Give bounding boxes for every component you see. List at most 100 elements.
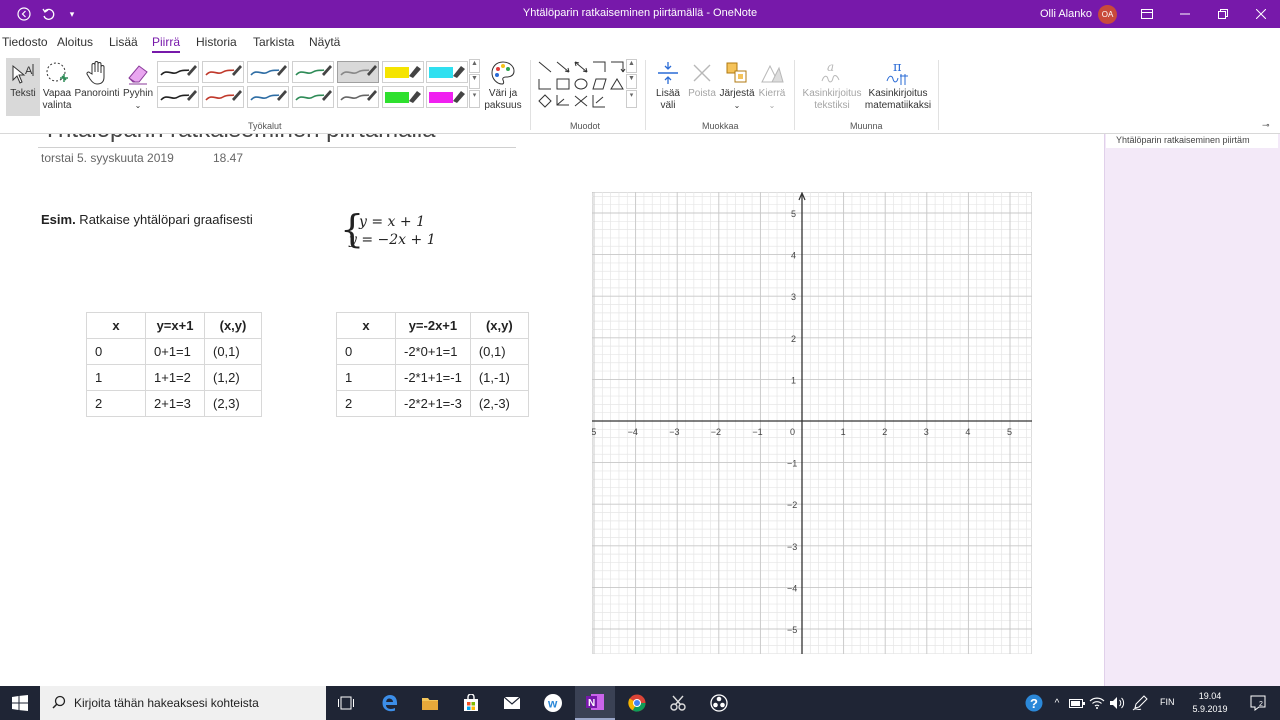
table-header-cell: (x,y) [469, 312, 529, 339]
quick-access-menu-icon[interactable]: ▾ [58, 0, 86, 28]
wifi-icon[interactable] [1086, 686, 1108, 720]
page-title[interactable]: Yhtälöparin ratkaiseminen piirtämällä [42, 134, 436, 144]
delete-button[interactable]: Poista [686, 58, 718, 100]
type-text-button[interactable]: A Teksti [6, 58, 40, 116]
battery-icon[interactable] [1066, 686, 1088, 720]
shapes-expand-icon[interactable]: ▾ [626, 90, 637, 108]
pen-workspace-icon[interactable] [1128, 686, 1152, 720]
ribbon: A Teksti Vapaa valinta Panorointi Pyyhin… [0, 56, 1280, 134]
edge-browser-icon[interactable] [370, 686, 410, 720]
close-icon[interactable] [1242, 0, 1280, 28]
table-cell: (0,1) [204, 338, 262, 365]
rotate-dropdown-icon[interactable]: ⌄ [769, 100, 776, 112]
y-tick-label: 3 [791, 292, 796, 302]
arrange-dropdown-icon[interactable]: ⌄ [734, 100, 741, 112]
table-header-cell: (x,y) [204, 312, 262, 339]
page-list-item[interactable]: Yhtälöparin ratkaiseminen piirtäm [1106, 134, 1278, 148]
pen-swatch[interactable] [382, 86, 424, 108]
table-header-cell: x [336, 312, 396, 339]
pen-swatch[interactable] [337, 86, 379, 108]
y-tick-label: −1 [787, 459, 797, 469]
onenote-taskbar-icon[interactable]: N [575, 686, 615, 720]
clock[interactable]: 19.04 5.9.2019 [1192, 690, 1228, 716]
pen-swatch[interactable] [202, 61, 244, 83]
wunderlist-icon[interactable]: w [533, 686, 573, 720]
mail-icon[interactable] [492, 686, 532, 720]
lasso-select-button[interactable]: Vapaa valinta [41, 58, 73, 112]
keyboard-language[interactable]: FIN [1160, 697, 1175, 707]
volume-icon[interactable] [1106, 686, 1128, 720]
chrome-icon[interactable] [617, 686, 657, 720]
value-table-1[interactable]: x y=x+1 (x,y) 0 0+1=1 (0,1) 1 1+1=2 (1,2) 22… [86, 312, 262, 417]
ink-to-text-button[interactable]: a Kasinkirjoitus tekstiksi [800, 58, 864, 112]
tab-view[interactable]: Näytä [309, 35, 340, 49]
example-text[interactable]: Esim. Ratkaise yhtälöpari graafisesti [41, 212, 253, 227]
show-hidden-icons-icon[interactable]: ^ [1046, 686, 1068, 720]
x-tick-label: 2 [882, 427, 887, 437]
ink-to-math-button[interactable]: π Kasinkirjoitus matematiikaksi [864, 58, 932, 112]
pen-swatch[interactable] [337, 61, 379, 83]
pen-swatch[interactable] [247, 61, 289, 83]
pen-swatch[interactable] [382, 61, 424, 83]
eraser-button[interactable]: Pyyhin ⌄ [121, 58, 155, 112]
action-center-icon[interactable]: 2 [1240, 686, 1276, 720]
color-and-thickness-button[interactable]: Väri ja paksuus [484, 58, 522, 112]
table-cell: (2,3) [204, 390, 262, 417]
table-cell: 1 [86, 364, 146, 391]
task-view-icon[interactable] [326, 686, 366, 720]
color-label-line2: paksuus [484, 100, 522, 111]
avatar[interactable]: OA [1098, 5, 1117, 24]
rotate-button[interactable]: Kierrä ⌄ [756, 58, 788, 112]
tab-insert[interactable]: Lisää [109, 35, 138, 49]
tab-draw[interactable]: Piirrä [152, 35, 181, 53]
arrange-button[interactable]: Järjestä ⌄ [718, 58, 756, 112]
pen-swatch[interactable] [426, 61, 468, 83]
taskbar-search-box[interactable]: Kirjoita tähän hakeaksesi kohteista [40, 686, 326, 720]
svg-text:N: N [588, 698, 595, 709]
page-canvas[interactable]: Yhtälöparin ratkaiseminen piirtämällä to… [0, 134, 1104, 686]
tab-review[interactable]: Tarkista [253, 35, 294, 49]
ink-to-math-icon: π [884, 58, 912, 88]
minimize-icon[interactable] [1166, 0, 1204, 28]
collapse-ribbon-icon[interactable]: ⊸ [1262, 120, 1270, 131]
pen-swatch[interactable] [292, 86, 334, 108]
delete-x-icon [691, 58, 713, 88]
pan-button[interactable]: Panorointi [73, 58, 121, 100]
pen-swatch[interactable] [157, 61, 199, 83]
obs-studio-icon[interactable] [699, 686, 739, 720]
store-icon[interactable] [451, 686, 491, 720]
coordinate-grid[interactable]: −5 −4 −3 −2 −1 0 1 2 3 4 5 5 4 3 2 1 −1 −2 −3 −4 −5 [592, 192, 1032, 654]
gallery-scroll-up-icon[interactable]: ▲ [469, 59, 480, 73]
page-time: 18.47 [213, 151, 244, 165]
table-row: 1 -2*1+1=-1 (1,-1) [336, 364, 529, 391]
insert-space-button[interactable]: Lisää väli [652, 58, 684, 112]
user-name[interactable]: Olli Alanko [1040, 8, 1092, 20]
color-label-line1: Väri ja [488, 88, 518, 99]
windows-start-icon[interactable] [0, 686, 40, 720]
pen-swatch[interactable] [157, 86, 199, 108]
pen-swatch[interactable] [292, 61, 334, 83]
y-tick-label: 1 [791, 375, 796, 385]
tab-home[interactable]: Aloitus [57, 35, 93, 49]
file-explorer-icon[interactable] [410, 686, 450, 720]
restore-icon[interactable] [1204, 0, 1242, 28]
pen-swatch[interactable] [202, 86, 244, 108]
tab-file[interactable]: Tiedosto [2, 35, 48, 49]
title-underline [38, 147, 516, 148]
tab-history[interactable]: Historia [196, 35, 237, 49]
snipping-tool-icon[interactable] [658, 686, 698, 720]
tools-group-label: Työkalut [248, 121, 282, 131]
shapes-gallery[interactable] [536, 59, 626, 111]
pen-swatch[interactable] [426, 86, 468, 108]
pen-swatch[interactable] [247, 86, 289, 108]
table-cell: -2*0+1=1 [395, 338, 471, 365]
eraser-label: Pyyhin [122, 88, 153, 99]
eraser-dropdown-icon[interactable]: ⌄ [135, 100, 142, 112]
value-table-2[interactable]: x y=-2x+1 (x,y) 0 -2*0+1=1 (0,1) 1 -2*1+1=-… [336, 312, 529, 417]
gallery-expand-icon[interactable]: ▾ [469, 90, 480, 108]
table-row: 0 -2*0+1=1 (0,1) [336, 338, 529, 365]
shapes-scroll-down-icon[interactable]: ▼ [626, 74, 637, 89]
shapes-scroll-up-icon[interactable]: ▲ [626, 59, 637, 73]
ribbon-display-options-icon[interactable] [1128, 0, 1166, 28]
gallery-scroll-down-icon[interactable]: ▼ [469, 74, 480, 89]
